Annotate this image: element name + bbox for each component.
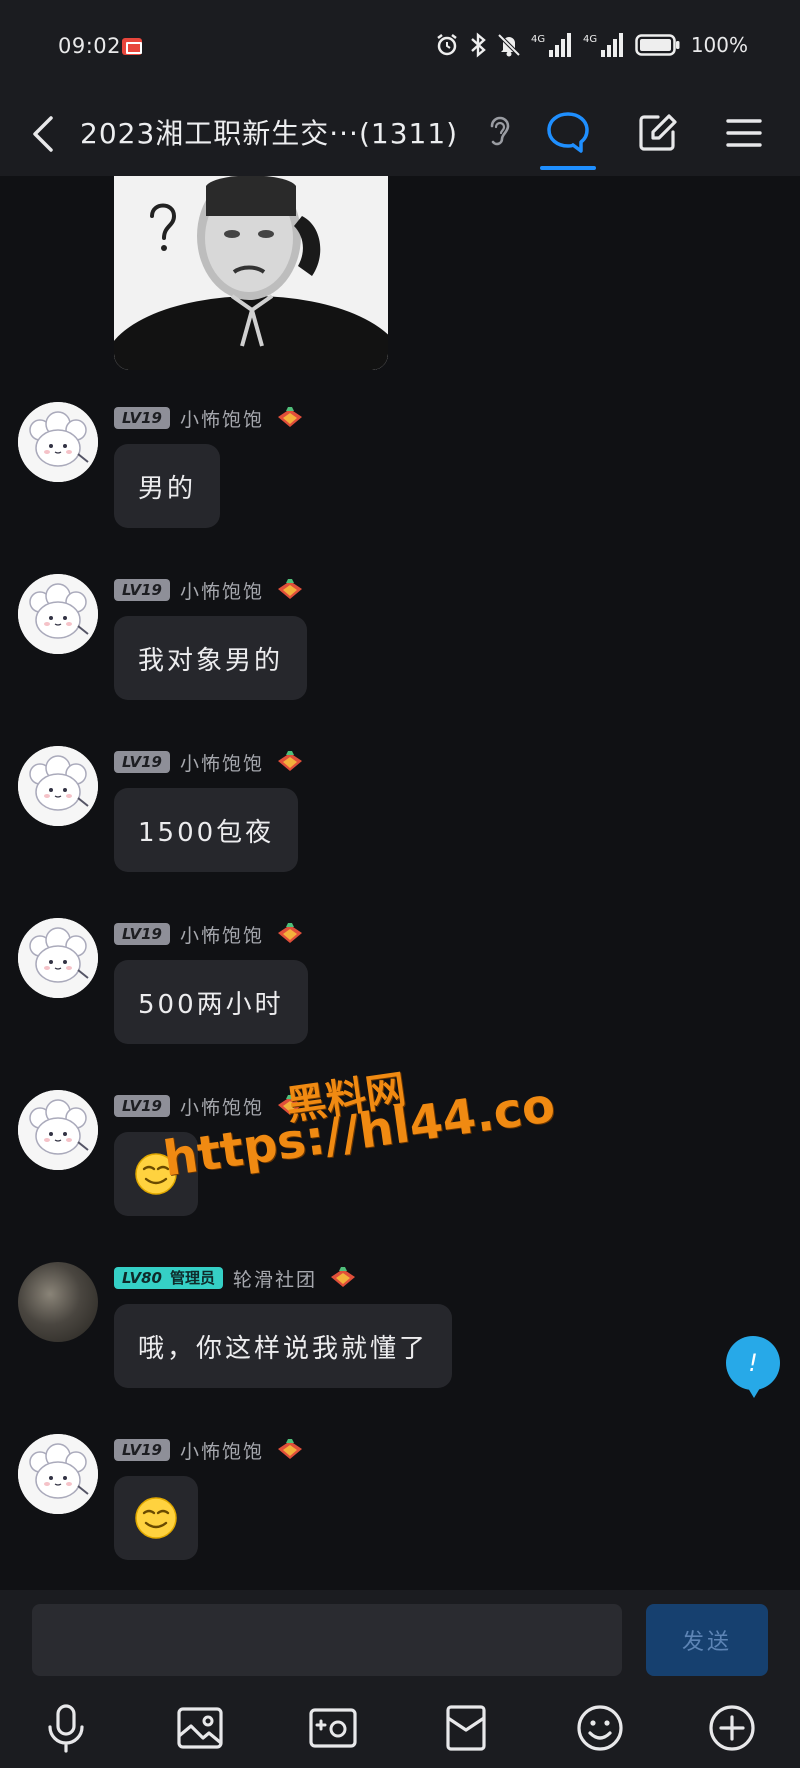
sheep-avatar-icon: [18, 746, 98, 826]
message-bubble[interactable]: 1500包夜: [114, 788, 299, 872]
avatar[interactable]: [18, 1090, 98, 1170]
menu-icon: [726, 119, 762, 147]
nickname[interactable]: 小怖饱饱: [180, 749, 264, 776]
title-medal-icon: [278, 579, 302, 599]
title-medal-icon: [278, 407, 302, 427]
sheep-avatar-icon: [18, 574, 98, 654]
admin-role-label: 管理员: [169, 1269, 215, 1287]
message-meta: LV80 管理员 轮滑社团: [114, 1265, 359, 1292]
plus-icon: [709, 1705, 755, 1751]
nickname[interactable]: 小怖饱饱: [180, 405, 264, 432]
nickname[interactable]: 小怖饱饱: [180, 1437, 264, 1464]
sticker-image[interactable]: [114, 176, 388, 370]
mute-icon: [497, 33, 521, 57]
message-meta: LV19 小怖饱饱: [114, 749, 306, 776]
message-meta: LV19 小怖饱饱: [114, 405, 306, 432]
status-bar: 09:02 4G 4G 100%: [0, 0, 800, 96]
chat-header: 2023湘工职新生交···(1311): [0, 96, 800, 176]
message-bubble[interactable]: 500两小时: [114, 960, 308, 1044]
back-icon: [33, 116, 53, 152]
red-packet-icon: [446, 1705, 486, 1751]
alarm-icon: [437, 34, 457, 56]
edit-icon: [639, 114, 677, 151]
send-button[interactable]: 发送: [646, 1604, 768, 1676]
status-time: 09:02: [58, 34, 122, 58]
message-bubble[interactable]: 我对象男的: [114, 616, 308, 700]
chat-message: LV19 小怖饱饱 500两小时: [0, 918, 800, 1068]
admin-level-badge: LV80 管理员: [114, 1267, 223, 1289]
sheep-avatar-icon: [18, 918, 98, 998]
input-bar: 发送: [0, 1590, 800, 1768]
title-medal-icon: [331, 1267, 356, 1287]
edit-button[interactable]: [626, 102, 690, 164]
level-badge: LV19: [114, 407, 170, 429]
ear-icon[interactable]: [486, 112, 512, 148]
meme-sticker-icon: [114, 176, 388, 370]
svg-text:4G: 4G: [531, 34, 545, 45]
message-bubble[interactable]: 哦，你这样说我就懂了: [114, 1304, 453, 1388]
smirk-emoji-icon: [135, 1497, 177, 1539]
nickname[interactable]: 小怖饱饱: [180, 921, 264, 948]
title-medal-icon: [278, 751, 302, 771]
avatar[interactable]: [18, 918, 98, 998]
chat-message: LV19 小怖饱饱 男的: [0, 402, 800, 552]
camera-button[interactable]: [303, 1698, 363, 1758]
avatar[interactable]: [18, 1262, 98, 1342]
more-button[interactable]: [702, 1698, 762, 1758]
message-bubble[interactable]: [114, 1476, 198, 1560]
signal-4g-icon: 4G: [583, 33, 623, 57]
avatar[interactable]: [18, 746, 98, 826]
nickname[interactable]: 小怖饱饱: [180, 577, 264, 604]
level-badge: LV19: [114, 1439, 170, 1461]
active-tab-indicator: [540, 166, 596, 170]
chat-message: LV19 小怖饱饱 我对象男的: [0, 574, 800, 724]
level-badge: LV19: [114, 1095, 170, 1117]
bluetooth-icon: [471, 32, 486, 58]
svg-text:4G: 4G: [583, 34, 597, 45]
avatar[interactable]: [18, 1434, 98, 1514]
avatar[interactable]: [18, 402, 98, 482]
level-badge: LV19: [114, 751, 170, 773]
battery-icon: [635, 34, 680, 56]
avatar[interactable]: [18, 574, 98, 654]
notification-icon: [122, 38, 142, 55]
battery-percentage: 100%: [690, 33, 748, 57]
message-input[interactable]: [32, 1604, 622, 1676]
nickname[interactable]: 小怖饱饱: [180, 1093, 264, 1120]
sheep-avatar-icon: [18, 1434, 98, 1514]
floating-badge[interactable]: !: [726, 1336, 780, 1398]
emoji-button[interactable]: [570, 1698, 630, 1758]
title-medal-icon: [278, 923, 302, 943]
message-bubble[interactable]: 男的: [114, 444, 221, 528]
input-toolbar: [0, 1698, 800, 1760]
camera-icon: [309, 1708, 357, 1748]
chat-message: LV19 小怖饱饱 1500包夜: [0, 746, 800, 896]
status-icons: 4G 4G 100%: [435, 30, 748, 60]
back-button[interactable]: [18, 106, 68, 162]
chat-message: LV80 管理员 轮滑社团 哦，你这样说我就懂了: [0, 1262, 800, 1412]
title-medal-icon: [278, 1439, 302, 1459]
chat-area[interactable]: LV19 小怖饱饱 男的 LV19 小怖饱饱 我对象男的 LV19 小怖饱饱 1…: [0, 176, 800, 1590]
image-icon: [177, 1707, 223, 1749]
sheep-avatar-icon: [18, 1090, 98, 1170]
emoji-icon: [577, 1705, 623, 1751]
message-meta: LV19 小怖饱饱: [114, 577, 306, 604]
group-title[interactable]: 2023湘工职新生交···(1311): [80, 112, 458, 152]
level-number: LV80: [122, 1269, 162, 1287]
nickname[interactable]: 轮滑社团: [233, 1265, 317, 1292]
microphone-icon: [48, 1704, 84, 1753]
level-badge: LV19: [114, 579, 170, 601]
chat-bubble-icon: [547, 112, 589, 153]
red-packet-button[interactable]: [436, 1698, 496, 1758]
signal-4g-icon: 4G: [531, 33, 571, 57]
menu-button[interactable]: [712, 102, 776, 164]
message-meta: LV19 小怖饱饱: [114, 1437, 306, 1464]
level-badge: LV19: [114, 923, 170, 945]
message-meta: LV19 小怖饱饱: [114, 921, 306, 948]
chat-message: LV19 小怖饱饱: [0, 1434, 800, 1584]
sheep-avatar-icon: [18, 402, 98, 482]
chat-tab-button[interactable]: [536, 102, 600, 164]
image-button[interactable]: [170, 1698, 230, 1758]
voice-button[interactable]: [36, 1698, 96, 1758]
